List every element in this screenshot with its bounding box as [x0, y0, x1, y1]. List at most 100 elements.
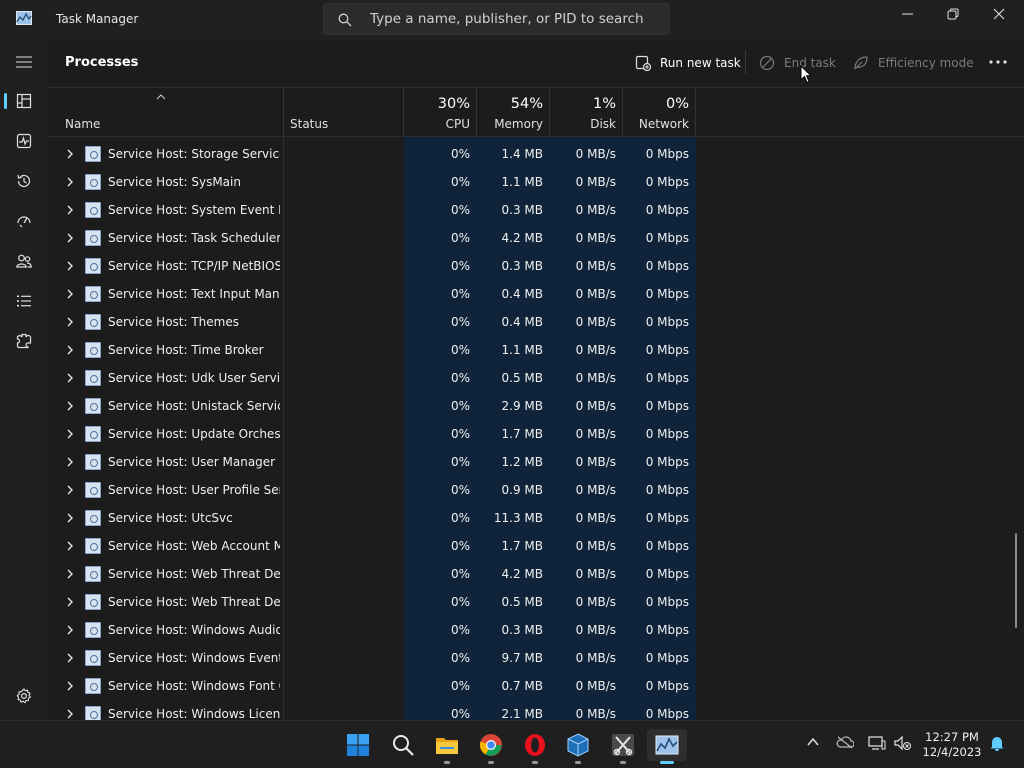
expand-chevron-icon[interactable] — [66, 429, 74, 439]
expand-chevron-icon[interactable] — [66, 653, 74, 663]
process-name: Service Host: Web Threat Defe... — [108, 567, 280, 581]
network-icon[interactable] — [868, 735, 886, 751]
process-memory: 0.5 MB — [501, 371, 543, 385]
disk-total: 1% — [592, 96, 616, 112]
expand-chevron-icon[interactable] — [66, 401, 74, 411]
system-clock[interactable]: 12:27 PM 12/4/2023 — [922, 730, 982, 760]
process-row[interactable]: Service Host: Web Account M... 0% 1.7 MB 0 … — [48, 532, 1024, 560]
search-icon — [338, 13, 352, 27]
expand-chevron-icon[interactable] — [66, 317, 74, 327]
expand-chevron-icon[interactable] — [66, 485, 74, 495]
expand-chevron-icon[interactable] — [66, 513, 74, 523]
process-row[interactable]: Service Host: Windows Font C... 0% 0.7 MB 0… — [48, 672, 1024, 700]
process-row[interactable]: Service Host: Unistack Service ... 0% 2.9 … — [48, 392, 1024, 420]
process-row[interactable]: Service Host: System Event No... 0% 0.3 MB… — [48, 196, 1024, 224]
nav-details[interactable] — [4, 283, 44, 319]
process-row[interactable]: Service Host: Themes 0% 0.4 MB 0 MB/s 0 Mbps — [48, 308, 1024, 336]
task-manager-button[interactable] — [647, 729, 687, 764]
process-network: 0 Mbps — [645, 679, 689, 693]
expand-chevron-icon[interactable] — [66, 205, 74, 215]
disk-label: Disk — [590, 117, 616, 131]
start-button[interactable] — [338, 729, 378, 761]
minimize-button[interactable] — [885, 0, 931, 30]
process-row[interactable]: Service Host: Windows Audio ... 0% 0.3 MB 0… — [48, 616, 1024, 644]
vertical-scrollbar[interactable] — [1015, 533, 1017, 628]
column-disk[interactable]: 1% Disk — [550, 88, 622, 136]
process-row[interactable]: Service Host: Update Orchestr... 0% 1.7 MB… — [48, 420, 1024, 448]
expand-chevron-icon[interactable] — [66, 261, 74, 271]
notification-bell-icon[interactable] — [989, 735, 1005, 751]
process-disk: 0 MB/s — [575, 539, 616, 553]
expand-chevron-icon[interactable] — [66, 345, 74, 355]
snipping-tool-button[interactable] — [603, 729, 643, 764]
process-row[interactable]: Service Host: User Manager 0% 1.2 MB 0 MB/s… — [48, 448, 1024, 476]
process-row[interactable]: Service Host: Storage Service 0% 1.4 MB 0 M… — [48, 140, 1024, 168]
nav-services[interactable] — [4, 323, 44, 359]
volume-muted-icon[interactable] — [894, 735, 912, 751]
expand-chevron-icon[interactable] — [66, 625, 74, 635]
service-host-icon — [85, 286, 101, 302]
column-header: Name Status 30% CPU 54% Memory 1% Disk 0… — [48, 87, 1024, 137]
clock-time: 12:27 PM — [925, 730, 979, 744]
maximize-button[interactable] — [930, 0, 976, 30]
process-row[interactable]: Service Host: User Profile Servi... 0% 0.9… — [48, 476, 1024, 504]
expand-chevron-icon[interactable] — [66, 541, 74, 551]
close-button[interactable] — [976, 0, 1022, 30]
process-row[interactable]: Service Host: UtcSvc 0% 11.3 MB 0 MB/s 0 Mbp… — [48, 504, 1024, 532]
process-disk: 0 MB/s — [575, 427, 616, 441]
process-row[interactable]: Service Host: Web Threat Defe... 0% 0.5 MB… — [48, 588, 1024, 616]
nav-processes[interactable] — [4, 83, 44, 119]
expand-chevron-icon[interactable] — [66, 373, 74, 383]
expand-chevron-icon[interactable] — [66, 597, 74, 607]
expand-chevron-icon[interactable] — [66, 569, 74, 579]
settings-icon — [16, 688, 32, 704]
cpu-label: CPU — [445, 117, 470, 131]
expand-chevron-icon[interactable] — [66, 233, 74, 243]
process-row[interactable]: Service Host: TCP/IP NetBIOS ... 0% 0.3 MB… — [48, 252, 1024, 280]
process-row[interactable]: Service Host: Windows Event ... 0% 9.7 MB 0… — [48, 644, 1024, 672]
onedrive-icon[interactable] — [836, 735, 854, 749]
column-cpu[interactable]: 30% CPU — [404, 88, 476, 136]
efficiency-mode-button[interactable]: Efficiency mode — [853, 53, 974, 73]
more-options-icon[interactable] — [988, 54, 1008, 70]
end-task-button[interactable]: End task — [759, 53, 836, 73]
expand-chevron-icon[interactable] — [66, 289, 74, 299]
nav-app-history[interactable] — [4, 163, 44, 199]
nav-users[interactable] — [4, 243, 44, 279]
process-row[interactable]: Service Host: SysMain 0% 1.1 MB 0 MB/s 0 Mbp… — [48, 168, 1024, 196]
search-button[interactable] — [383, 729, 423, 761]
nav-settings[interactable] — [4, 678, 44, 714]
file-explorer-button[interactable] — [427, 729, 467, 764]
expand-chevron-icon[interactable] — [66, 709, 74, 719]
expand-chevron-icon[interactable] — [66, 457, 74, 467]
chrome-button[interactable] — [471, 729, 511, 764]
process-row[interactable]: Service Host: Time Broker 0% 1.1 MB 0 MB/s 0… — [48, 336, 1024, 364]
column-divider[interactable] — [695, 88, 696, 136]
process-row[interactable]: Service Host: Task Scheduler 0% 4.2 MB 0 MB… — [48, 224, 1024, 252]
column-name[interactable]: Name — [48, 88, 283, 136]
column-status-label: Status — [290, 117, 329, 131]
process-network: 0 Mbps — [645, 539, 689, 553]
column-network[interactable]: 0% Network — [623, 88, 695, 136]
expand-chevron-icon[interactable] — [66, 681, 74, 691]
process-row[interactable]: Service Host: Udk User Service... 0% 0.5 M… — [48, 364, 1024, 392]
column-memory[interactable]: 54% Memory — [477, 88, 549, 136]
column-status[interactable]: Status — [284, 88, 403, 136]
process-name: Service Host: Text Input Mana... — [108, 287, 280, 301]
process-name: Service Host: Web Threat Defe... — [108, 595, 280, 609]
run-new-task-button[interactable]: Run new task — [635, 53, 741, 73]
expand-chevron-icon[interactable] — [66, 149, 74, 159]
expand-chevron-icon[interactable] — [66, 177, 74, 187]
search-box[interactable]: Type a name, publisher, or PID to search — [323, 3, 670, 35]
process-memory: 1.7 MB — [501, 539, 543, 553]
hamburger-menu-button[interactable] — [4, 44, 44, 80]
opera-button[interactable] — [515, 729, 555, 764]
process-row[interactable]: Service Host: Windows Licens... 0% 2.1 MB 0… — [48, 700, 1024, 720]
search-input[interactable]: Type a name, publisher, or PID to search — [370, 11, 644, 27]
nav-performance[interactable] — [4, 123, 44, 159]
process-row[interactable]: Service Host: Web Threat Defe... 0% 4.2 MB… — [48, 560, 1024, 588]
chevron-up-icon[interactable] — [806, 735, 820, 749]
virtualbox-button[interactable] — [558, 729, 598, 764]
nav-startup-apps[interactable] — [4, 203, 44, 239]
process-row[interactable]: Service Host: Text Input Mana... 0% 0.4 MB… — [48, 280, 1024, 308]
